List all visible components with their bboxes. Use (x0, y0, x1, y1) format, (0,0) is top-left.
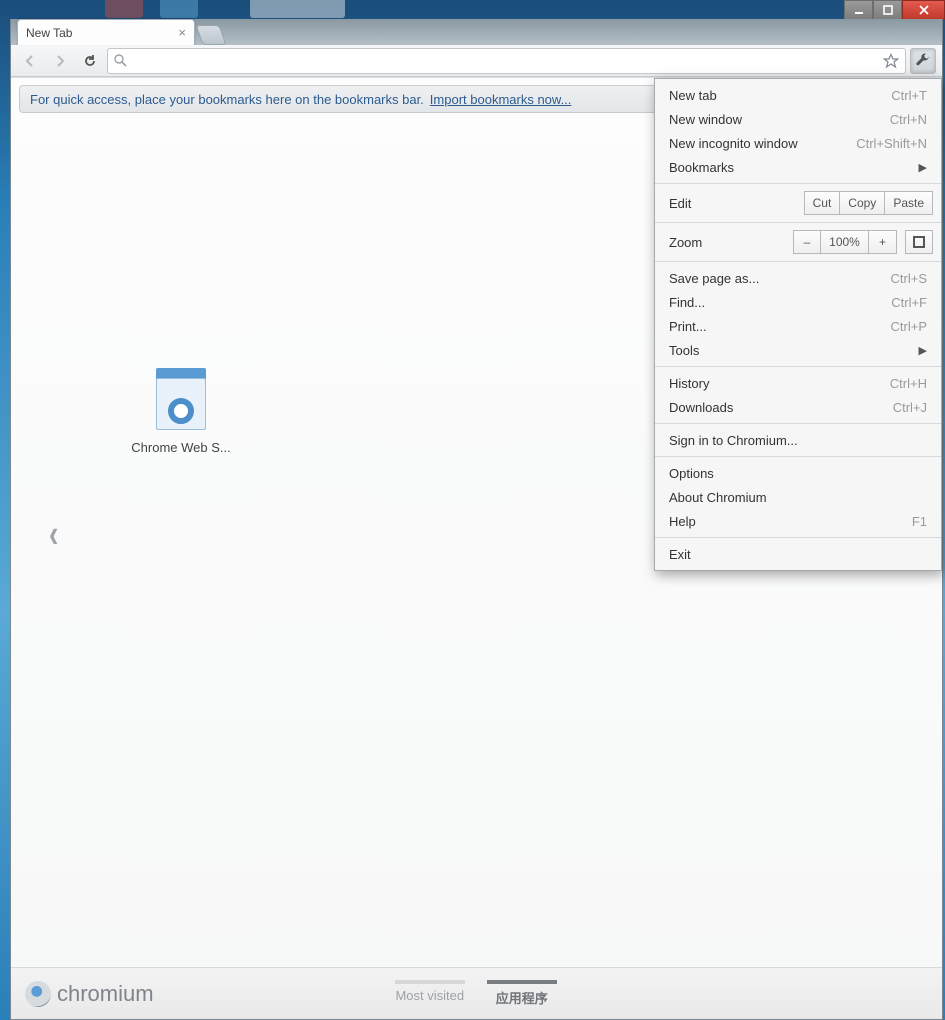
cut-button[interactable]: Cut (804, 191, 841, 215)
menu-new-window[interactable]: New window Ctrl+N (655, 107, 941, 131)
menu-bookmarks[interactable]: Bookmarks ▶ (655, 155, 941, 179)
submenu-arrow-icon: ▶ (919, 344, 927, 357)
footer-tab-apps[interactable]: 应用程序 (487, 980, 557, 1007)
menu-new-incognito[interactable]: New incognito window Ctrl+Shift+N (655, 131, 941, 155)
toolbar (11, 45, 942, 77)
menu-options[interactable]: Options (655, 461, 941, 485)
menu-sign-in[interactable]: Sign in to Chromium... (655, 428, 941, 452)
content-area: For quick access, place your bookmarks h… (11, 77, 942, 1019)
tab-new-tab[interactable]: New Tab × (17, 19, 195, 45)
minimize-button[interactable] (844, 0, 873, 20)
zoom-in-button[interactable]: + (869, 230, 897, 254)
fullscreen-button[interactable] (905, 230, 933, 254)
background-app-hint (105, 0, 143, 18)
copy-button[interactable]: Copy (840, 191, 885, 215)
menu-history[interactable]: History Ctrl+H (655, 371, 941, 395)
menu-save-page-as[interactable]: Save page as... Ctrl+S (655, 266, 941, 290)
zoom-value: 100% (821, 230, 869, 254)
menu-new-tab[interactable]: New tab Ctrl+T (655, 83, 941, 107)
back-button[interactable] (17, 48, 43, 74)
omnibox[interactable] (107, 48, 906, 74)
brand-text: chromium (57, 981, 154, 1007)
menu-help[interactable]: Help F1 (655, 509, 941, 533)
paste-button[interactable]: Paste (885, 191, 933, 215)
brand: chromium (25, 981, 154, 1007)
footer-tab-most-visited[interactable]: Most visited (395, 980, 465, 1007)
background-app-hint (250, 0, 345, 18)
web-store-icon (146, 368, 216, 430)
window-controls (844, 0, 945, 20)
wrench-menu-button[interactable] (910, 48, 936, 74)
prev-page-chevron[interactable]: ‹ (49, 512, 58, 557)
tab-title: New Tab (26, 26, 72, 40)
browser-window: New Tab × For quick access, place your b… (10, 19, 943, 1020)
close-tab-icon[interactable]: × (178, 25, 186, 40)
fullscreen-icon (912, 235, 926, 249)
wrench-icon (915, 53, 931, 69)
menu-exit[interactable]: Exit (655, 542, 941, 566)
maximize-button[interactable] (873, 0, 902, 20)
menu-zoom-row: Zoom – 100% + (655, 227, 941, 257)
bookmark-star-icon[interactable] (883, 53, 899, 69)
menu-find[interactable]: Find... Ctrl+F (655, 290, 941, 314)
app-tile-chrome-web-store[interactable]: Chrome Web S... (111, 368, 251, 455)
menu-print[interactable]: Print... Ctrl+P (655, 314, 941, 338)
bookmark-tip-text: For quick access, place your bookmarks h… (30, 92, 424, 107)
zoom-out-button[interactable]: – (793, 230, 821, 254)
menu-edit-row: Edit Cut Copy Paste (655, 188, 941, 218)
address-input[interactable] (133, 53, 877, 68)
wrench-menu: New tab Ctrl+T New window Ctrl+N New inc… (654, 78, 942, 571)
menu-about[interactable]: About Chromium (655, 485, 941, 509)
search-icon (114, 54, 127, 67)
menu-tools[interactable]: Tools ▶ (655, 338, 941, 362)
new-tab-button[interactable] (195, 25, 226, 45)
reload-button[interactable] (77, 48, 103, 74)
menu-downloads[interactable]: Downloads Ctrl+J (655, 395, 941, 419)
import-bookmarks-link[interactable]: Import bookmarks now... (430, 92, 572, 107)
tab-strip: New Tab × (11, 19, 942, 45)
app-tile-label: Chrome Web S... (111, 440, 251, 455)
forward-button[interactable] (47, 48, 73, 74)
chromium-logo-icon (25, 981, 51, 1007)
close-window-button[interactable] (902, 0, 945, 20)
ntp-footer: chromium Most visited 应用程序 (11, 967, 942, 1019)
submenu-arrow-icon: ▶ (919, 161, 927, 174)
background-app-hint (160, 0, 198, 18)
